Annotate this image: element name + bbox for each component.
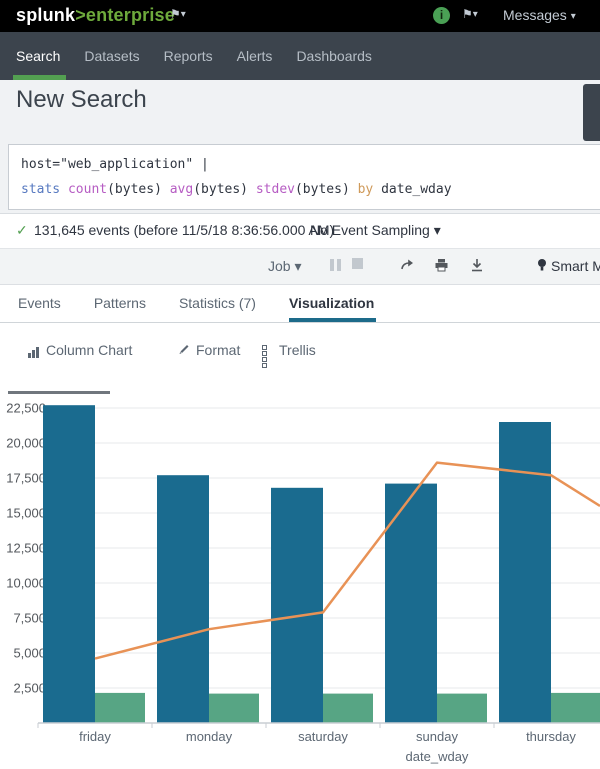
logo-enterprise-text: >enterprise [75, 5, 175, 25]
y-axis-tick-label: 22,500 [6, 401, 46, 416]
viz-controls-bar: Column Chart Format Trellis [0, 323, 600, 385]
column-count(bytes)-monday[interactable] [157, 475, 209, 723]
nav-item-reports[interactable]: Reports [164, 32, 213, 80]
column-count(bytes)-saturday[interactable] [271, 488, 323, 723]
chart-type-button[interactable]: Column Chart [28, 342, 132, 358]
y-axis-tick-label: 17,500 [6, 471, 46, 486]
x-axis-category-label: thursday [526, 729, 576, 744]
y-axis-tick-label: 5,000 [13, 646, 46, 661]
logo-splunk-text: splunk [16, 5, 75, 25]
y-axis-tick-label: 2,500 [13, 681, 46, 696]
download-icon[interactable] [470, 258, 484, 277]
job-controls-bar: Job ▾ Smart Mode [0, 248, 600, 285]
top-app-bar: splunk>enterprise ⚑▾ i ⚑▾ Messages ▾ [0, 0, 600, 32]
trellis-button[interactable]: Trellis [262, 342, 316, 358]
results-tabs-bar: Events Patterns Statistics (7) Visualiza… [0, 285, 600, 323]
x-axis-category-label: saturday [298, 729, 348, 744]
check-icon: ✓ [16, 222, 28, 239]
tab-visualization[interactable]: Visualization [289, 285, 374, 322]
search-query-input[interactable]: host="web_application" | stats count(byt… [8, 144, 600, 210]
active-tab-underline [289, 318, 376, 322]
y-axis-tick-label: 15,000 [6, 506, 46, 521]
activity-flag-icon-right[interactable]: ⚑▾ [462, 7, 478, 21]
share-icon[interactable] [400, 258, 415, 277]
pencil-icon [177, 342, 190, 358]
x-axis-title: date_wday [406, 749, 469, 764]
column-stdev(bytes)-friday[interactable] [95, 693, 145, 723]
column-count(bytes)-thursday[interactable] [499, 422, 551, 723]
x-axis-category-label: sunday [416, 729, 458, 744]
activity-flag-icon[interactable]: ⚑▾ [170, 7, 186, 21]
smart-mode-bulb-icon [536, 258, 548, 278]
splunk-search-page: splunk>enterprise ⚑▾ i ⚑▾ Messages ▾ Sea… [0, 0, 600, 769]
y-axis-tick-label: 7,500 [13, 611, 46, 626]
column-stdev(bytes)-saturday[interactable] [323, 694, 373, 723]
events-count-text: 131,645 events (before 11/5/18 8:36:56.0… [34, 222, 334, 238]
trellis-grid-icon [262, 345, 273, 356]
y-axis-tick-label: 12,500 [6, 541, 46, 556]
info-icon[interactable]: i [433, 7, 450, 24]
nav-item-alerts[interactable]: Alerts [237, 32, 273, 80]
nav-item-datasets[interactable]: Datasets [84, 32, 139, 80]
x-axis-category-label: monday [186, 729, 233, 744]
page-title: New Search [16, 86, 147, 114]
column-stdev(bytes)-sunday[interactable] [437, 694, 487, 723]
y-axis-tick-label: 10,000 [6, 576, 46, 591]
column-stdev(bytes)-monday[interactable] [209, 694, 259, 723]
tab-patterns[interactable]: Patterns [94, 285, 146, 322]
query-line-1: host="web_application" | [21, 152, 595, 177]
smart-mode-button[interactable]: Smart Mode [551, 258, 600, 274]
nav-item-search[interactable]: Search [16, 32, 60, 80]
print-icon[interactable] [434, 258, 449, 277]
job-menu[interactable]: Job ▾ [268, 258, 302, 275]
tab-statistics[interactable]: Statistics (7) [179, 285, 256, 322]
column-stdev(bytes)-thursday[interactable] [551, 693, 600, 723]
tab-events[interactable]: Events [18, 285, 61, 322]
messages-menu[interactable]: Messages ▾ [503, 7, 576, 23]
column-count(bytes)-friday[interactable] [43, 405, 95, 723]
app-nav-bar: Search Datasets Reports Alerts Dashboard… [0, 32, 600, 80]
column-chart-icon [28, 342, 40, 358]
stop-icon[interactable] [352, 258, 363, 269]
column-chart[interactable]: 2,500 5,000 7,500 10,000 12,500 15,000 17,500 2… [0, 393, 600, 769]
y-axis-tick-label: 20,000 [6, 436, 46, 451]
visualization-panel: 2,500 5,000 7,500 10,000 12,500 15,000 17,500 2… [0, 385, 600, 769]
nav-item-dashboards[interactable]: Dashboards [296, 32, 372, 80]
query-line-2: stats count(bytes) avg(bytes) stdev(byte… [21, 177, 595, 202]
pause-icon[interactable] [330, 258, 344, 276]
truncated-dark-control[interactable] [583, 84, 600, 141]
search-header-section: New Search host="web_application" | stat… [0, 80, 600, 214]
event-sampling-menu[interactable]: No Event Sampling ▾ [310, 222, 441, 239]
search-status-bar: ✓ 131,645 events (before 11/5/18 8:36:56… [0, 214, 600, 248]
x-axis-category-label: friday [79, 729, 111, 744]
splunk-logo[interactable]: splunk>enterprise [16, 5, 175, 26]
format-button[interactable]: Format [177, 342, 240, 358]
